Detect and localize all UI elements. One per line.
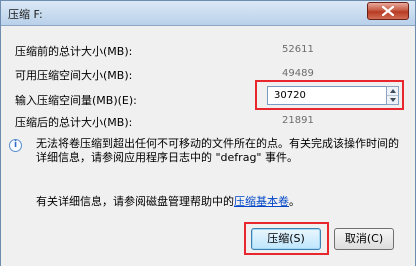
total-after-label: 压缩后的总计大小(MB): xyxy=(15,116,133,129)
arrow-up-icon xyxy=(390,89,396,93)
shrink-button[interactable]: 压缩(S) xyxy=(251,228,321,250)
help-suffix: 。 xyxy=(289,195,300,208)
shrink-basic-volume-link[interactable]: 压缩基本卷 xyxy=(234,195,289,208)
shrink-amount-highlight xyxy=(255,80,404,110)
close-button[interactable] xyxy=(367,2,409,20)
available-label: 可用压缩空间大小(MB): xyxy=(15,69,133,82)
shrink-amount-input[interactable] xyxy=(267,86,387,105)
info-icon: i xyxy=(9,139,22,152)
window-title: 压缩 F: xyxy=(8,8,43,21)
total-after-value: 21891 xyxy=(279,112,405,129)
total-before-value: 52611 xyxy=(279,41,405,58)
help-prefix: 有关详细信息，请参阅磁盘管理帮助中的 xyxy=(36,195,234,208)
title-bar: 压缩 F: xyxy=(1,1,415,26)
arrow-down-icon xyxy=(390,98,396,102)
help-line: 有关详细信息，请参阅磁盘管理帮助中的压缩基本卷。 xyxy=(36,193,300,209)
info-message: 无法将卷压缩到超出任何不可移动的文件所在的点。有关完成该操作时间的详细信息，请参… xyxy=(36,137,399,164)
cancel-button[interactable]: 取消(C) xyxy=(334,228,394,250)
shrink-dialog: 压缩 F: 压缩前的总计大小(MB): 52611 可用压缩空间大小(MB): … xyxy=(0,0,416,266)
total-before-label: 压缩前的总计大小(MB): xyxy=(15,45,133,58)
stepper-down-button[interactable] xyxy=(387,96,398,104)
stepper-up-button[interactable] xyxy=(387,87,398,96)
close-icon xyxy=(382,6,394,16)
shrink-amount-stepper[interactable] xyxy=(386,86,399,105)
shrink-amount-label: 输入压缩空间量(MB)(E): xyxy=(15,94,137,107)
